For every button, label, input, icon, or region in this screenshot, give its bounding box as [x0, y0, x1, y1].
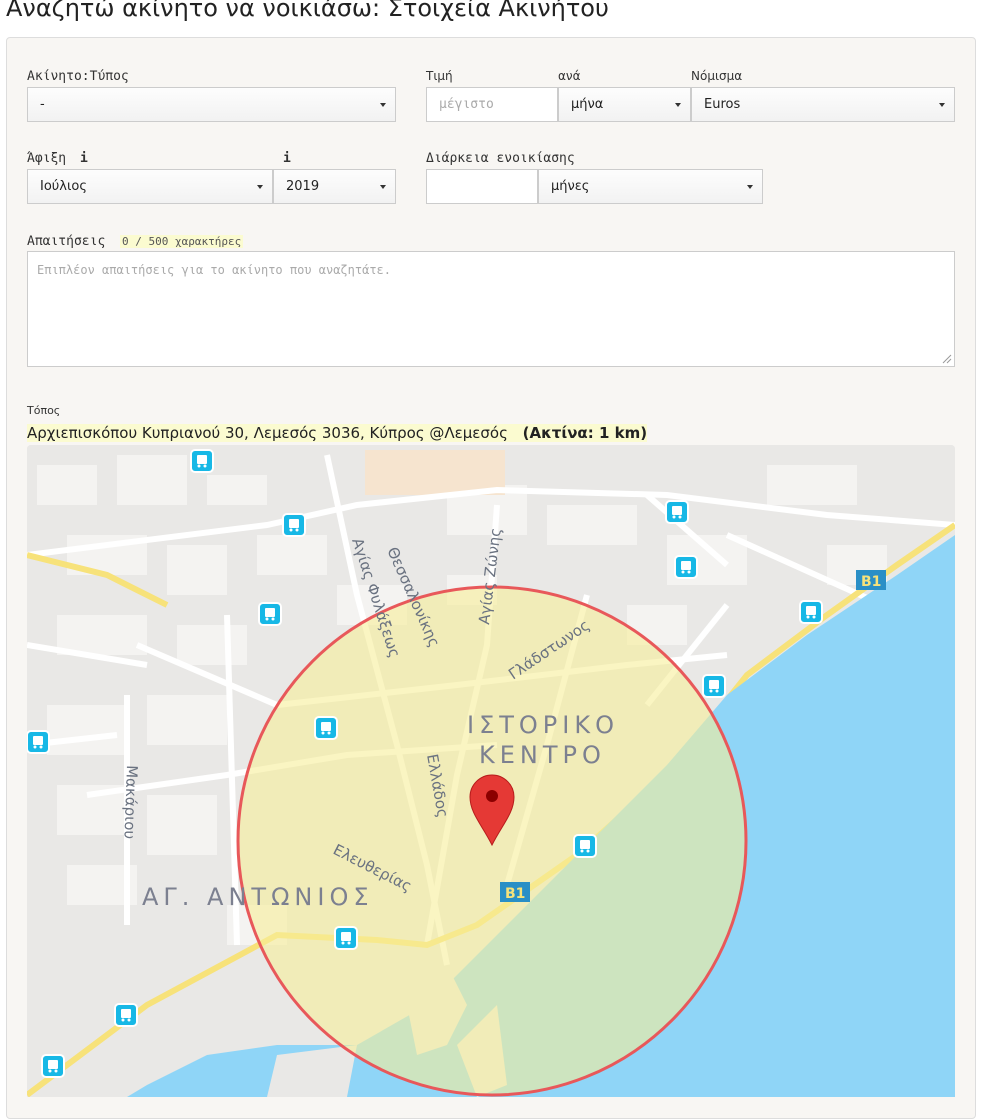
svg-text:B1: B1	[505, 886, 525, 902]
location-label: Τόπος	[27, 404, 61, 417]
svg-text:B1: B1	[861, 574, 881, 590]
district-label-2: ΚΕΝΤΡΟ	[479, 741, 606, 769]
district-label-3: ΑΓ. ΑΝΤΩΝΙΟΣ	[142, 883, 374, 911]
requirements-placeholder: Επιπλέον απαιτήσεις για το ακίνητο που α…	[37, 263, 392, 277]
road-badge-2: B1	[500, 882, 530, 902]
duration-label: Διάρκεια ενοικίασης	[426, 151, 575, 166]
map-canvas[interactable]: Αγίας Φυλάξεως Θεσσαλονίκης Αγίας Ζώνης …	[27, 445, 955, 1097]
chevron-down-icon	[380, 185, 386, 189]
duration-unit-select[interactable]: μήνες	[538, 169, 763, 204]
chevron-down-icon	[257, 185, 263, 189]
location-radius: (Ακτίνα: 1 km)	[522, 424, 648, 442]
bus-stop-icon	[702, 674, 726, 698]
duration-unit-value: μήνες	[551, 179, 590, 194]
bus-stop-icon	[674, 555, 698, 579]
arrival-year-value: 2019	[286, 179, 320, 194]
property-type-value: -	[40, 97, 45, 112]
bus-stop-icon	[27, 730, 50, 754]
resize-handle-icon[interactable]	[942, 354, 952, 364]
per-period-value: μήνα	[571, 97, 604, 112]
bus-stop-icon	[282, 513, 306, 537]
per-period-select[interactable]: μήνα	[558, 87, 691, 122]
district-label-1: ΙΣΤΟΡΙΚΟ	[467, 711, 619, 739]
requirements-label: Απαιτήσεις	[27, 234, 106, 249]
arrival-label: Άφιξη	[27, 151, 67, 166]
arrival-month-value: Ιούλιος	[40, 179, 87, 194]
character-counter: 0 / 500 χαρακτήρες	[120, 235, 244, 248]
price-max-input[interactable]: μέγιστο	[426, 87, 558, 122]
location-address-row: Αρχιεπισκόπου Κυπριανού 30, Λεμεσός 3036…	[27, 424, 648, 442]
price-placeholder: μέγιστο	[439, 97, 494, 112]
bus-stop-icon	[41, 1054, 65, 1078]
arrival-label-row: Άφιξη i	[27, 151, 88, 166]
chevron-down-icon	[675, 103, 681, 107]
arrival-year-select[interactable]: 2019	[273, 169, 396, 204]
chevron-down-icon	[939, 103, 945, 107]
location-address: Αρχιεπισκόπου Κυπριανού 30, Λεμεσός 3036…	[27, 424, 508, 442]
bus-stop-icon	[314, 716, 338, 740]
chevron-down-icon	[747, 185, 753, 189]
bus-stop-icon	[799, 600, 823, 624]
road-badge-1: B1	[856, 570, 886, 590]
map[interactable]: Αγίας Φυλάξεως Θεσσαλονίκης Αγίας Ζώνης …	[27, 445, 955, 1097]
bus-stop-icon	[190, 449, 214, 473]
bus-stop-icon	[573, 834, 597, 858]
info-icon[interactable]: i	[80, 151, 88, 166]
chevron-down-icon	[380, 103, 386, 107]
bus-stop-icon	[258, 602, 282, 626]
arrival-month-select[interactable]: Ιούλιος	[27, 169, 273, 204]
price-label: Τιμή	[426, 69, 453, 83]
page-title: Αναζητώ ακίνητο να νοικιάσω: Στοιχεία Ακ…	[6, 0, 609, 22]
property-type-label: Ακίνητο:Τύπος	[27, 69, 129, 84]
requirements-textarea[interactable]: Επιπλέον απαιτήσεις για το ακίνητο που α…	[27, 251, 955, 367]
bus-stop-icon	[334, 926, 358, 950]
street-label-6: Μακάριου	[120, 765, 141, 840]
property-type-select[interactable]: -	[27, 87, 396, 122]
currency-label: Νόμισμα	[691, 69, 743, 83]
year-info-icon[interactable]: i	[283, 151, 291, 166]
bus-stop-icon	[114, 1003, 138, 1027]
bus-stop-icon	[665, 500, 689, 524]
per-label: ανά	[558, 69, 581, 83]
currency-value: Euros	[704, 97, 741, 112]
currency-select[interactable]: Euros	[691, 87, 955, 122]
duration-input[interactable]	[426, 169, 538, 204]
